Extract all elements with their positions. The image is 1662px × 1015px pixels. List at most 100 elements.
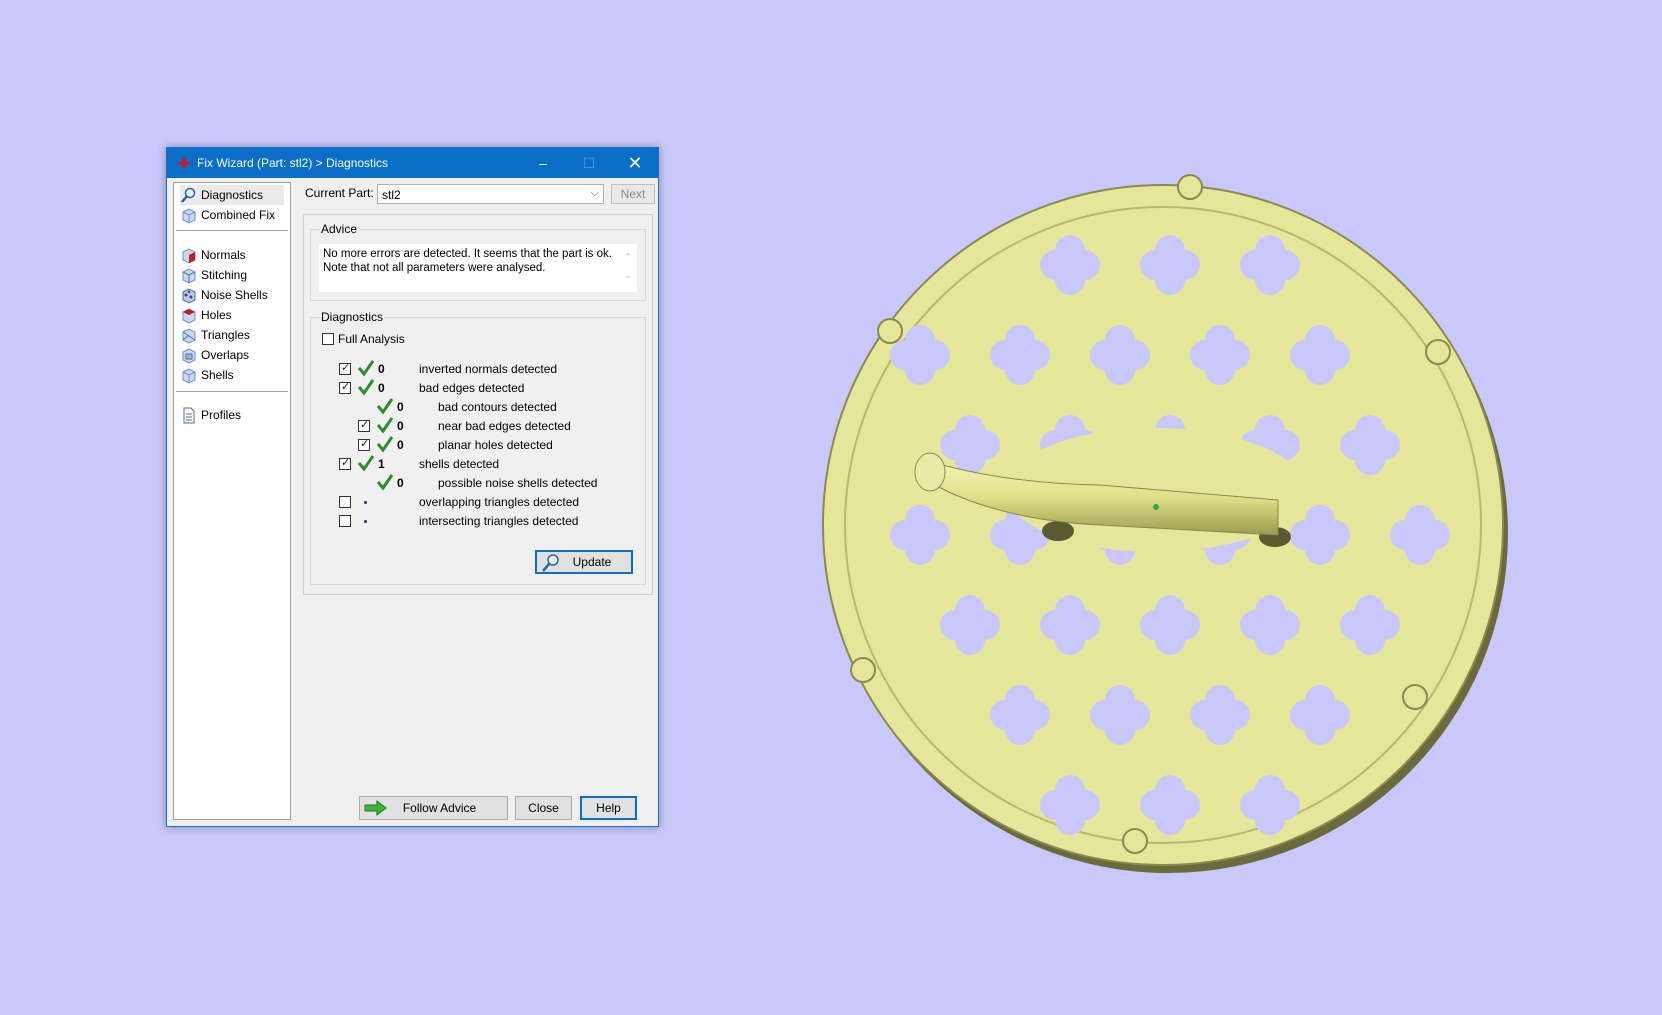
scroll-down-icon: ⌄: [624, 270, 632, 280]
normals-cube-icon: [182, 247, 196, 264]
advice-scrollbar[interactable]: ⌃ ⌄: [621, 248, 635, 290]
chevron-down-icon: ⌵: [590, 187, 599, 199]
diagnostic-count: 0: [378, 362, 385, 376]
diagnostic-label: planar holes detected: [438, 438, 553, 452]
diagnostic-label: near bad edges detected: [438, 419, 571, 433]
sidebar-divider: [176, 230, 288, 231]
advice-line-2: Note that not all parameters were analys…: [323, 262, 546, 274]
diagnostic-label: overlapping triangles detected: [419, 495, 580, 509]
close-window-button[interactable]: ✕: [612, 148, 658, 178]
pending-dot-icon: [364, 520, 367, 523]
sidebar-item-combined-fix[interactable]: Combined Fix: [180, 205, 275, 225]
diagnostic-count: 1: [378, 457, 385, 471]
diagnostic-label: shells detected: [419, 457, 500, 471]
checkmark-icon: [357, 360, 375, 377]
shells-cube-icon: [182, 367, 196, 384]
diagnostic-checkbox[interactable]: [339, 456, 351, 470]
follow-advice-label: Follow Advice: [402, 801, 477, 815]
sidebar-item-label: Stitching: [201, 268, 248, 282]
sidebar-item-triangles[interactable]: Triangles: [180, 325, 250, 345]
document-icon: [183, 407, 195, 423]
magnifier-icon: [542, 554, 559, 572]
advice-group: Advice No more errors are detected. It s…: [310, 222, 646, 301]
checkmark-icon: [376, 417, 394, 434]
minimize-button[interactable]: –: [520, 148, 566, 178]
advice-text: No more errors are detected. It seems th…: [319, 244, 637, 292]
help-button[interactable]: Help: [580, 796, 637, 820]
next-button[interactable]: Next: [611, 184, 655, 204]
sidebar-item-label: Triangles: [201, 328, 250, 342]
holes-cube-icon: [182, 307, 196, 324]
checkmark-icon: [376, 436, 394, 453]
sidebar-item-stitching[interactable]: Stitching: [180, 265, 247, 285]
scroll-up-icon: ⌃: [624, 252, 632, 262]
current-part-select[interactable]: stl2 ⌵: [377, 184, 604, 204]
diagnostic-checkbox[interactable]: [358, 418, 370, 432]
diagnostics-legend: Diagnostics: [319, 310, 386, 324]
checkmark-icon: [376, 398, 394, 415]
current-part-row: Current Part: stl2 ⌵ Next: [305, 182, 655, 206]
diagnostic-count: 0: [397, 476, 404, 490]
sidebar-item-label: Normals: [201, 248, 246, 262]
diagnostic-checkbox[interactable]: [339, 361, 351, 375]
diagnostic-checkbox[interactable]: [358, 437, 370, 451]
diagnostics-panel: Advice No more errors are detected. It s…: [303, 214, 653, 595]
part-viewport[interactable]: [800, 165, 1530, 885]
diagnostic-label: bad edges detected: [419, 381, 525, 395]
checkmark-icon: [357, 455, 375, 472]
update-button[interactable]: Update: [535, 550, 633, 574]
diagnostic-checkbox[interactable]: [339, 515, 351, 527]
sidebar-item-label: Diagnostics: [201, 188, 264, 202]
window-title: Fix Wizard (Part: stl2) > Diagnostics: [197, 156, 389, 170]
magnifier-icon: [181, 187, 196, 203]
sidebar-item-label: Profiles: [201, 408, 242, 422]
diagnostic-count: 0: [378, 381, 385, 395]
sidebar-item-overlaps[interactable]: Overlaps: [180, 345, 249, 365]
sidebar-item-label: Shells: [201, 368, 234, 382]
diagnostic-label: bad contours detected: [438, 400, 557, 414]
sidebar-divider: [176, 391, 288, 392]
diagnostic-count: 0: [397, 419, 404, 433]
diagnostic-count: 0: [397, 400, 404, 414]
title-bar[interactable]: Fix Wizard (Part: stl2) > Diagnostics – …: [167, 148, 658, 178]
diagnostics-group: Diagnostics Full Analysis 0 inverted norm…: [310, 310, 646, 585]
diagnostic-checkbox[interactable]: [339, 496, 351, 508]
sidebar-item-label: Noise Shells: [201, 288, 268, 302]
pivot-marker: [1153, 504, 1159, 510]
close-button[interactable]: Close: [515, 796, 572, 820]
diagnostic-label: inverted normals detected: [419, 362, 558, 376]
sidebar-item-holes[interactable]: Holes: [180, 305, 232, 325]
noise-shells-icon: [182, 287, 196, 304]
diagnostic-checkbox[interactable]: [339, 380, 351, 394]
arrow-right-icon: [364, 800, 387, 816]
sidebar-item-profiles[interactable]: Profiles: [180, 405, 241, 425]
sidebar-item-diagnostics[interactable]: Diagnostics: [180, 185, 284, 205]
overlaps-cube-icon: [182, 347, 196, 364]
app-logo-icon: [177, 156, 191, 170]
triangles-cube-icon: [182, 327, 196, 344]
update-label: Update: [572, 555, 612, 569]
maximize-button[interactable]: ☐: [566, 148, 612, 178]
fix-wizard-dialog: Fix Wizard (Part: stl2) > Diagnostics – …: [166, 147, 659, 827]
sidebar-item-label: Overlaps: [201, 348, 250, 362]
sidebar-item-label: Combined Fix: [201, 208, 276, 222]
sidebar-item-noise-shells[interactable]: Noise Shells: [180, 285, 268, 305]
diagnostic-count: 0: [397, 438, 404, 452]
current-part-label: Current Part:: [305, 186, 374, 200]
wizard-sidebar: Diagnostics Combined Fix Normals Stitchi…: [173, 182, 291, 820]
advice-legend: Advice: [319, 222, 360, 236]
sidebar-item-shells[interactable]: Shells: [180, 365, 234, 385]
checkmark-icon: [357, 379, 375, 396]
pending-dot-icon: [364, 501, 367, 504]
full-analysis-checkbox[interactable]: [322, 333, 334, 345]
current-part-value: stl2: [382, 188, 401, 202]
diagnostic-label: intersecting triangles detected: [419, 514, 579, 528]
cube-icon: [182, 207, 196, 224]
follow-advice-button[interactable]: Follow Advice: [359, 796, 508, 820]
checkmark-icon: [376, 474, 394, 491]
stitching-cube-icon: [182, 267, 196, 284]
diagnostic-label: possible noise shells detected: [438, 476, 598, 490]
sidebar-item-normals[interactable]: Normals: [180, 245, 246, 265]
full-analysis-label: Full Analysis: [338, 332, 405, 346]
sidebar-item-label: Holes: [201, 308, 232, 322]
